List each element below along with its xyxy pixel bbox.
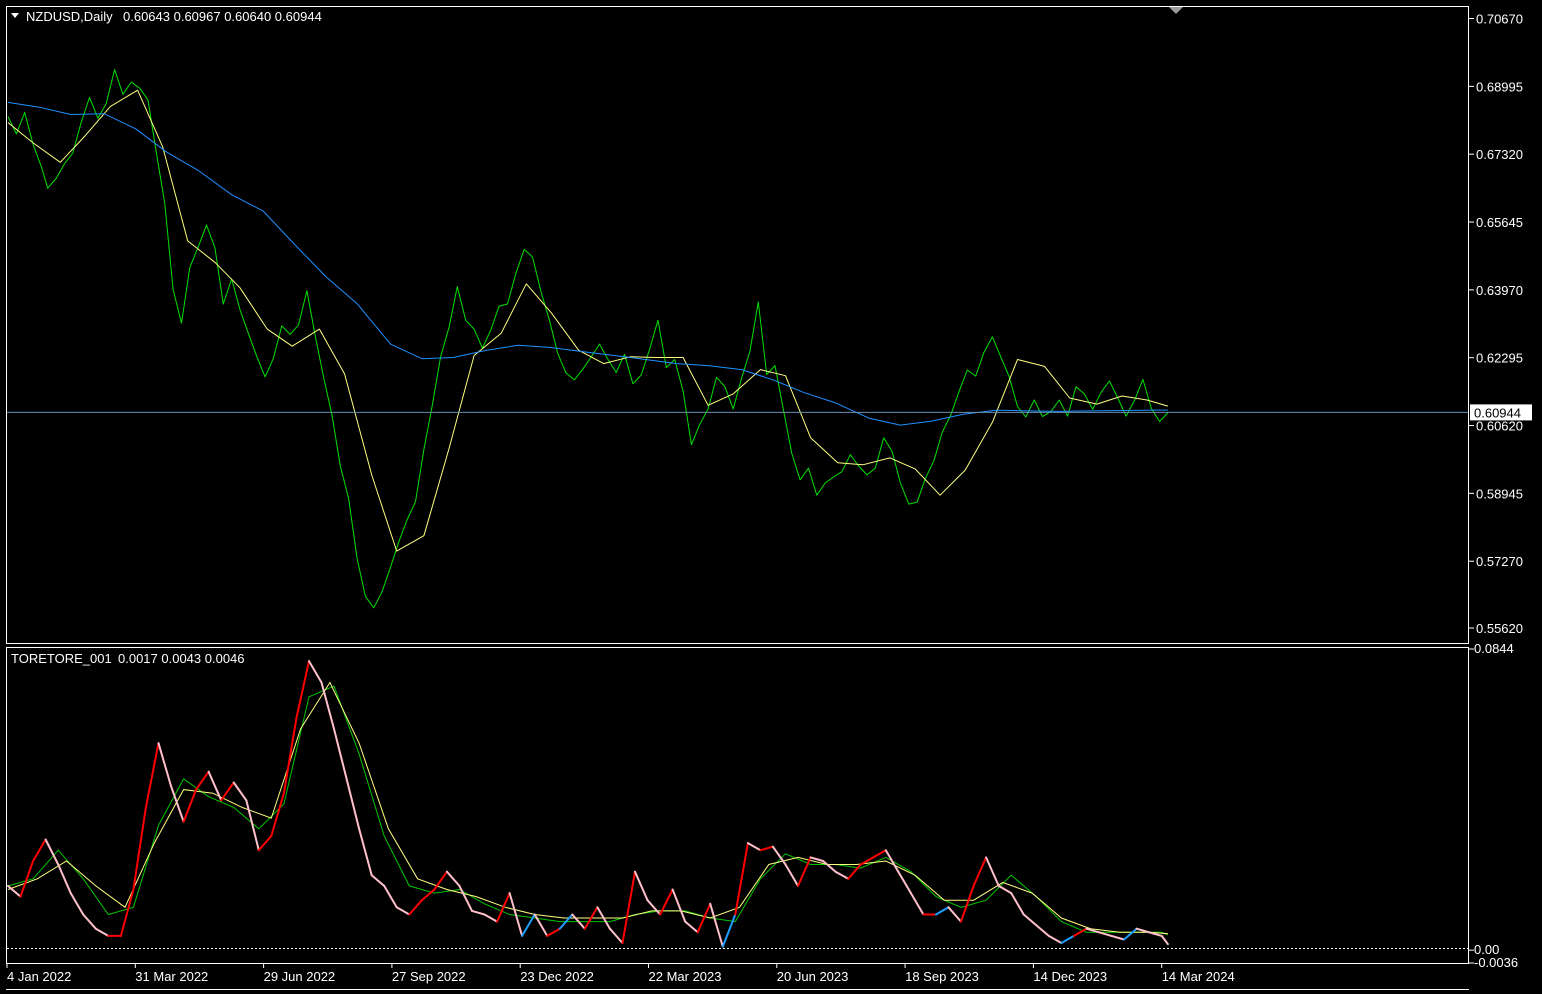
indicator-tick-label: 0.0844 [1474, 641, 1514, 656]
chart-background [0, 0, 1542, 994]
price-tick-label: 0.68995 [1476, 79, 1523, 94]
indicator-name-label: TORETORE_001 [11, 651, 112, 666]
price-tick-label: 0.55620 [1476, 621, 1523, 636]
chart-window[interactable]: NZDUSD,Daily 0.60643 0.60967 0.60640 0.6… [0, 0, 1542, 994]
price-tick-label: 0.62295 [1476, 351, 1523, 366]
time-tick-label: 22 Mar 2023 [649, 969, 722, 984]
indicator-values: 0.0017 0.0043 0.0046 [118, 651, 245, 666]
price-tick-label: 0.60620 [1476, 419, 1523, 434]
time-tick-label: 29 Jun 2022 [264, 969, 336, 984]
ohlc-values: 0.60643 0.60967 0.60640 0.60944 [123, 9, 322, 24]
price-tick-label: 0.63970 [1476, 283, 1523, 298]
time-tick-label: 14 Mar 2024 [1162, 969, 1235, 984]
price-tick-label: 0.58945 [1476, 486, 1523, 501]
time-tick-label: 18 Sep 2023 [905, 969, 979, 984]
time-tick-label: 20 Jun 2023 [777, 969, 849, 984]
time-tick-label: 14 Dec 2023 [1033, 969, 1107, 984]
price-tick-label: 0.57270 [1476, 554, 1523, 569]
price-tick-label: 0.65645 [1476, 215, 1523, 230]
current-price-label: 0.60944 [1474, 405, 1521, 420]
price-tick-label: 0.70670 [1476, 12, 1523, 27]
indicator-tick-label: -0.0036 [1474, 955, 1518, 970]
time-tick-label: 4 Jan 2022 [7, 969, 71, 984]
symbol-label: NZDUSD,Daily [26, 9, 113, 24]
time-tick-label: 27 Sep 2022 [392, 969, 466, 984]
time-tick-label: 23 Dec 2022 [520, 969, 594, 984]
time-tick-label: 31 Mar 2022 [135, 969, 208, 984]
price-tick-label: 0.67320 [1476, 147, 1523, 162]
